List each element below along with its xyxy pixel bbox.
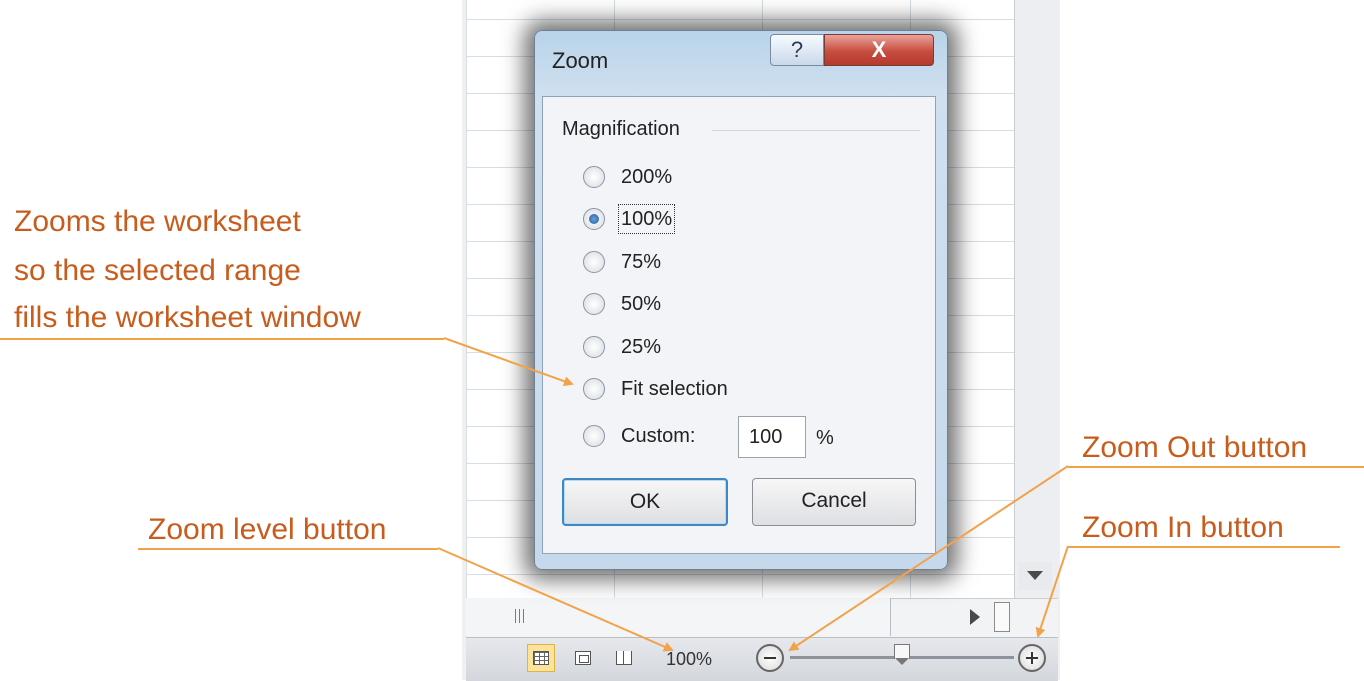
callout-arrows [437,337,1069,652]
